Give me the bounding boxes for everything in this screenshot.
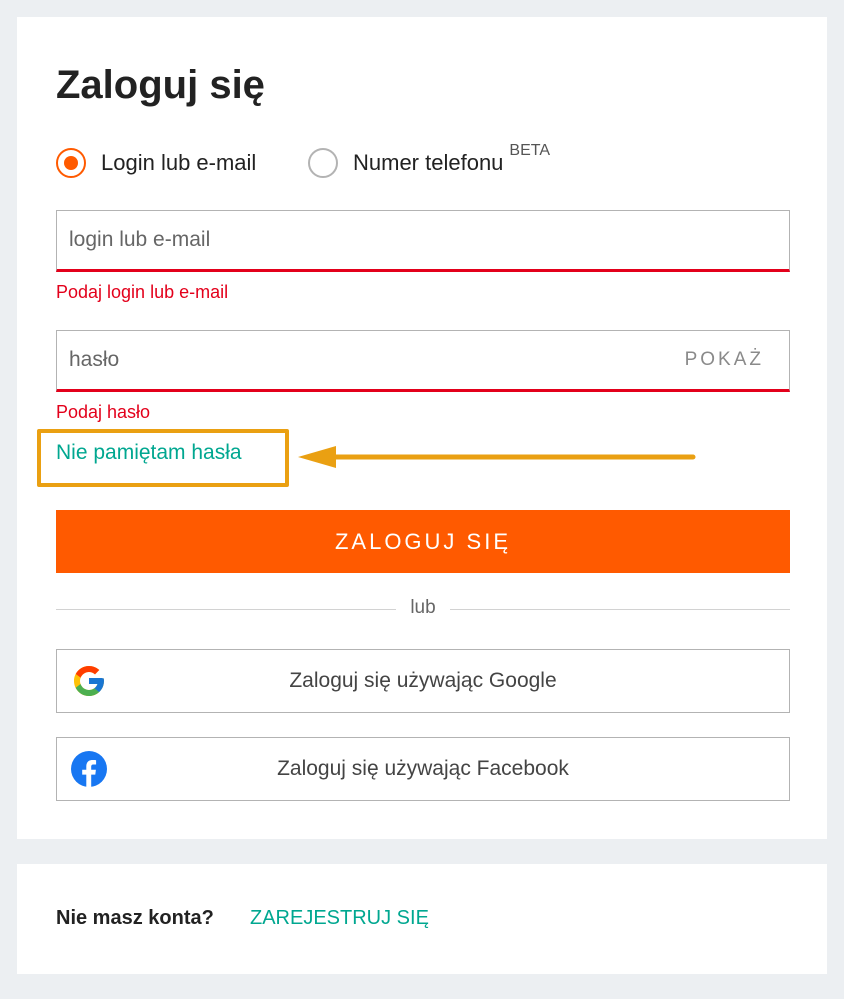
annotation-highlight-box <box>37 429 289 487</box>
show-password-button[interactable]: POKAŻ <box>685 331 764 389</box>
no-account-prompt: Nie masz konta? <box>56 907 214 929</box>
google-login-button[interactable]: Zaloguj się używając Google <box>56 649 790 713</box>
beta-badge: BETA <box>509 142 551 159</box>
facebook-icon <box>71 751 107 787</box>
login-submit-button[interactable]: ZALOGUJ SIĘ <box>56 510 790 573</box>
divider-line-right <box>450 609 790 610</box>
google-login-label: Zaloguj się używając Google <box>289 669 557 692</box>
radio-unchecked-icon[interactable] <box>308 148 338 178</box>
radio-checked-icon[interactable] <box>56 148 86 178</box>
login-card: Zaloguj się Login lub e-mail Numer telef… <box>17 17 827 839</box>
password-error-message: Podaj hasło <box>56 402 151 422</box>
register-card: Nie masz konta? ZAREJESTRUJ SIĘ <box>17 864 827 974</box>
password-field: POKAŻ <box>56 330 790 392</box>
annotation-arrow-icon <box>298 446 696 468</box>
facebook-login-label: Zaloguj się używając Facebook <box>277 757 569 780</box>
or-divider: lub <box>56 597 790 621</box>
page-title: Zaloguj się <box>56 63 265 107</box>
password-input[interactable] <box>57 331 789 389</box>
radio-login-email[interactable]: Login lub e-mail <box>56 148 256 178</box>
google-icon <box>74 666 104 696</box>
radio-phone-number-label[interactable]: Numer telefonu <box>353 150 503 176</box>
register-link[interactable]: ZAREJESTRUJ SIĘ <box>250 907 429 930</box>
facebook-login-button[interactable]: Zaloguj się używając Facebook <box>56 737 790 801</box>
login-field <box>56 210 790 272</box>
divider-text: lub <box>410 597 436 618</box>
login-email-input[interactable] <box>57 211 789 269</box>
radio-phone-number[interactable]: Numer telefonu BETA <box>308 142 550 178</box>
radio-login-email-label[interactable]: Login lub e-mail <box>101 150 256 176</box>
login-error-message: Podaj login lub e-mail <box>56 282 229 302</box>
